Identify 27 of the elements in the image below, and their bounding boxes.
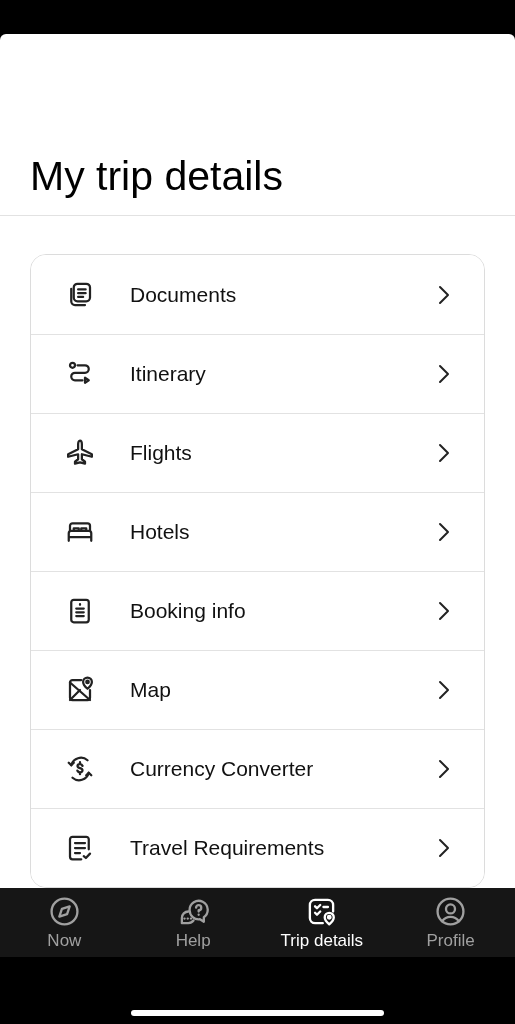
tab[interactable]: Help [128,888,258,957]
tab[interactable]: Profile [386,888,515,957]
menu-label: Travel Requirements [130,835,326,862]
menu-label: Booking info [130,598,247,625]
airplane-icon [65,438,95,468]
tab[interactable]: Trip details [257,888,387,957]
page-title: My trip details [30,156,283,197]
menu-label: Map [130,677,172,704]
compass-icon [48,896,80,927]
menu-label: Currency Converter [130,756,315,783]
menu-label: Documents [130,281,238,308]
menu-label: Flights [130,440,193,467]
chevron-icon [438,601,450,621]
menu-item[interactable]: Travel Requirements [31,808,484,887]
tab[interactable]: Now [0,888,129,957]
menu-label: Itinerary [130,361,207,388]
menu-label: Hotels [130,519,191,546]
chevron-icon [438,522,450,542]
chevron-icon [438,838,450,858]
chevron-icon [438,364,450,384]
chevron-icon [438,759,450,779]
chevron-icon [438,284,450,305]
checklist-pin-icon [306,896,338,927]
currency-exchange-icon [65,754,95,784]
chevron-icon [438,443,450,463]
profile-icon [435,896,467,927]
chevron-icon [438,680,450,700]
